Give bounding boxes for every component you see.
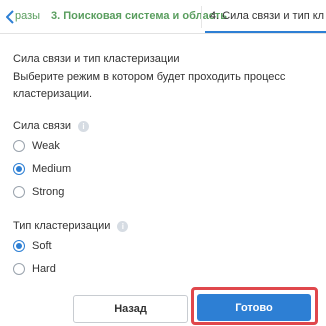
info-icon[interactable]: i: [78, 120, 90, 132]
clustering-type-label: Тип кластеризации: [13, 220, 111, 232]
link-strength-label: Сила связи: [13, 120, 72, 132]
tab-divider: [201, 6, 202, 28]
section-heading: Сила связи и тип кластеризации: [13, 53, 180, 65]
radio-button[interactable]: [13, 140, 25, 152]
back-button[interactable]: Назад: [73, 295, 188, 323]
link-strength-title: Сила связи i: [13, 120, 90, 132]
radio-medium[interactable]: Medium: [13, 163, 71, 175]
info-icon[interactable]: i: [117, 220, 129, 232]
radio-label: Weak: [32, 140, 60, 152]
radio-button[interactable]: [13, 186, 25, 198]
section-description: Выберите режим в котором будет проходить…: [13, 71, 286, 100]
tab-previous-step[interactable]: разы: [15, 9, 40, 23]
radio-button-selected[interactable]: [13, 240, 25, 252]
tab-link-strength-clustering[interactable]: 4. Сила связи и тип кл: [210, 9, 324, 23]
radio-weak[interactable]: Weak: [13, 140, 60, 152]
radio-hard[interactable]: Hard: [13, 263, 56, 275]
radio-label: Medium: [32, 163, 72, 175]
radio-soft[interactable]: Soft: [13, 240, 52, 252]
radio-label: Strong: [32, 186, 65, 198]
clustering-type-title: Тип кластеризации i: [13, 220, 129, 232]
radio-button-selected[interactable]: [13, 163, 25, 175]
radio-strong[interactable]: Strong: [13, 186, 64, 198]
done-button[interactable]: Готово: [197, 294, 311, 321]
active-tab-indicator: [205, 31, 326, 33]
chevron-left-icon[interactable]: [5, 9, 15, 25]
wizard-tab-bar: разы 3. Поисковая система и область 4. С…: [0, 0, 326, 34]
radio-label: Soft: [32, 240, 52, 252]
radio-label: Hard: [32, 263, 56, 275]
radio-button[interactable]: [13, 263, 25, 275]
